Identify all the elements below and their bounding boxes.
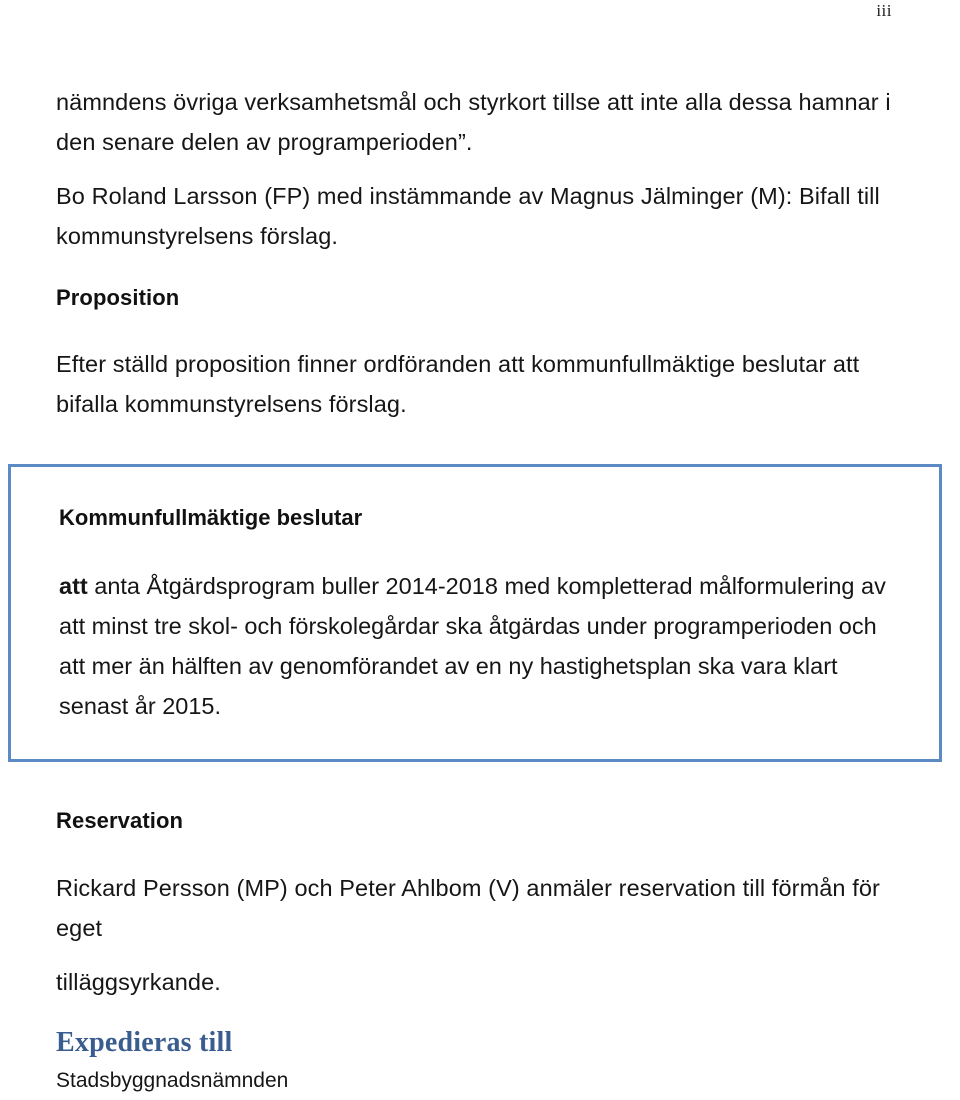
reservation-heading: Reservation bbox=[56, 808, 184, 833]
expedieras-item: Stadsbyggnadsnämnden bbox=[56, 1069, 289, 1092]
decision-box: Kommunfullmäktige beslutar att anta Åtgä… bbox=[8, 464, 942, 762]
proposition-heading: Proposition bbox=[56, 285, 180, 310]
proposition-paragraph: Efter ställd proposition finner ordföran… bbox=[56, 351, 860, 417]
reservation-paragraph-continued: tilläggsyrkande. bbox=[56, 969, 221, 995]
speaker-paragraph: Bo Roland Larsson (FP) med instämmande a… bbox=[56, 183, 880, 249]
document-page: iii nämndens övriga verksamhetsmål och s… bbox=[0, 0, 960, 1100]
decision-lead-word: att bbox=[59, 573, 88, 599]
reservation-paragraph: Rickard Persson (MP) och Peter Ahlbom (V… bbox=[56, 875, 880, 941]
decision-box-heading: Kommunfullmäktige beslutar bbox=[59, 505, 363, 530]
intro-paragraph: nämndens övriga verksamhetsmål och styrk… bbox=[56, 89, 891, 155]
decision-box-body: att anta Åtgärdsprogram buller 2014-2018… bbox=[59, 566, 899, 726]
decision-body-text: anta Åtgärdsprogram buller 2014-2018 med… bbox=[59, 573, 886, 719]
page-number: iii bbox=[876, 1, 892, 20]
expedieras-heading: Expedieras till bbox=[56, 1027, 233, 1058]
